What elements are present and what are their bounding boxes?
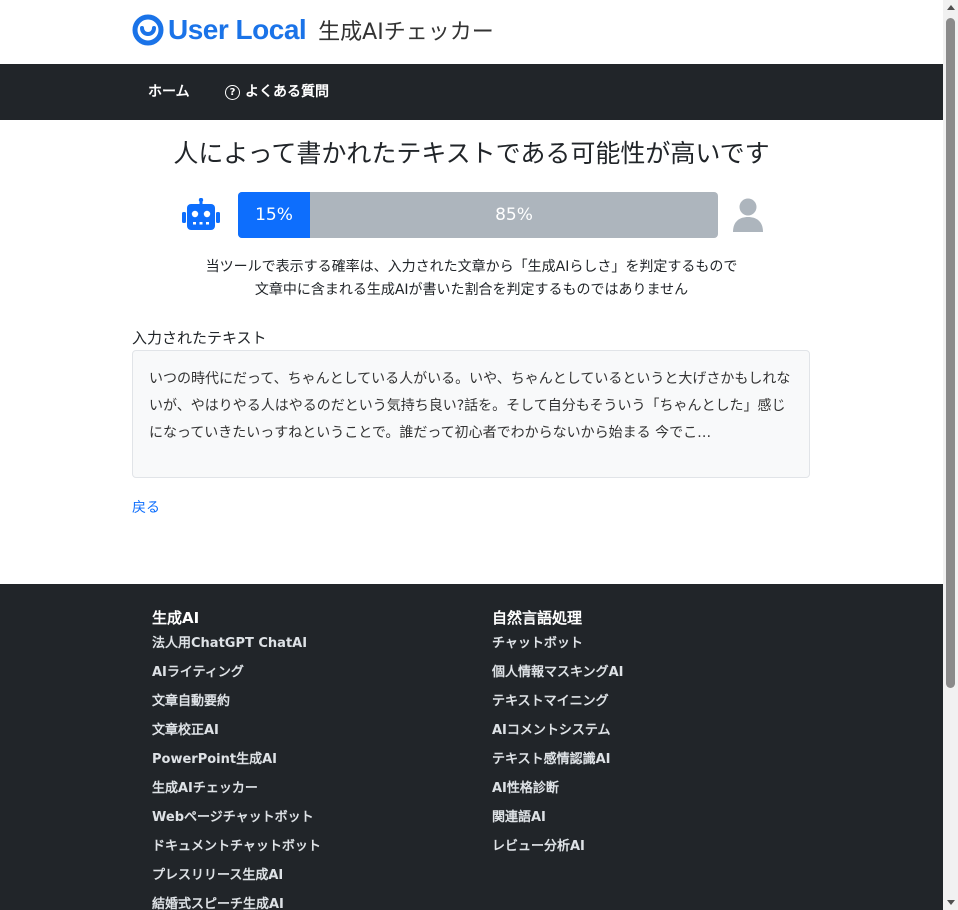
footer-link[interactable]: AI性格診断: [492, 779, 624, 808]
page: User Local 生成AIチェッカー ホーム ? よくある質問 人によって書…: [0, 0, 943, 910]
footer-link[interactable]: Webページチャットボット: [152, 808, 321, 837]
user-local-logo-icon: [132, 14, 164, 46]
footer-heading-generative-ai: 生成AI: [152, 609, 200, 627]
gauge-human-label: 85%: [495, 205, 533, 225]
nav-home-link[interactable]: ホーム: [148, 64, 190, 120]
nav-faq-label: よくある質問: [245, 84, 329, 100]
disclaimer: 当ツールで表示する確率は、入力された文章から「生成AIらしさ」を判定するもので …: [0, 256, 943, 302]
result-title: 人によって書かれたテキストである可能性が高いです: [173, 139, 770, 168]
input-text-box: いつの時代にだって、ちゃんとしている人がいる。いや、ちゃんとしているというと大げ…: [132, 350, 810, 478]
disclaimer-line-2: 文章中に含まれる生成AIが書いた割合を判定するものではありません: [254, 282, 689, 298]
gauge-row: 15% 85%: [180, 192, 770, 238]
navbar: ホーム ? よくある質問: [0, 64, 943, 120]
footer-column-nlp: 自然言語処理 チャットボット 個人情報マスキングAI テキストマイニング AIコメント…: [492, 606, 624, 866]
footer-link[interactable]: 結婚式スピーチ生成AI: [152, 895, 321, 910]
footer-link[interactable]: PowerPoint生成AI: [152, 750, 321, 779]
footer-link[interactable]: 文章自動要約: [152, 692, 321, 721]
input-text-label: 入力されたテキスト: [132, 329, 267, 347]
product-name: 生成AIチェッカー: [318, 20, 494, 45]
scroll-up-button[interactable]: [943, 0, 958, 15]
scrollbar-thumb[interactable]: [946, 18, 955, 688]
footer-link[interactable]: AIコメントシステム: [492, 721, 624, 750]
footer-link[interactable]: レビュー分析AI: [492, 837, 624, 866]
footer-link[interactable]: 文章校正AI: [152, 721, 321, 750]
footer-link[interactable]: テキスト感情認識AI: [492, 750, 624, 779]
footer: 生成AI 法人用ChatGPT ChatAI AIライティング 文章自動要約 文章校正…: [0, 584, 943, 910]
footer-link[interactable]: チャットボット: [492, 634, 624, 663]
footer-link[interactable]: プレスリリース生成AI: [152, 866, 321, 895]
brand-bar: User Local 生成AIチェッカー: [0, 0, 943, 64]
scroll-down-button[interactable]: [943, 895, 958, 910]
logo-link[interactable]: User Local 生成AIチェッカー: [132, 14, 494, 46]
question-circle-icon: ?: [225, 84, 240, 100]
footer-heading-nlp: 自然言語処理: [492, 609, 583, 627]
disclaimer-line-1: 当ツールで表示する確率は、入力された文章から「生成AIらしさ」を判定するもので: [205, 259, 738, 275]
footer-link[interactable]: ドキュメントチャットボット: [152, 837, 321, 866]
footer-link[interactable]: 関連語AI: [492, 808, 624, 837]
footer-link[interactable]: 生成AIチェッカー: [152, 779, 321, 808]
footer-link[interactable]: 法人用ChatGPT ChatAI: [152, 634, 321, 663]
vertical-scrollbar[interactable]: [943, 0, 958, 910]
arrow-up-icon: [946, 5, 955, 10]
probability-gauge: 15% 85%: [238, 192, 718, 238]
footer-link[interactable]: 個人情報マスキングAI: [492, 663, 624, 692]
arrow-down-icon: [946, 900, 955, 905]
footer-link[interactable]: AIライティング: [152, 663, 321, 692]
robot-icon: [182, 198, 220, 230]
gauge-ai-label: 15%: [255, 205, 293, 225]
person-icon: [733, 198, 763, 232]
footer-column-generative-ai: 生成AI 法人用ChatGPT ChatAI AIライティング 文章自動要約 文章校正…: [152, 606, 321, 910]
back-link[interactable]: 戻る: [132, 497, 160, 517]
footer-link[interactable]: テキストマイニング: [492, 692, 624, 721]
gauge-ai-segment: 15%: [238, 192, 310, 238]
gauge-human-segment: 85%: [310, 192, 718, 238]
logo-text: User Local: [168, 14, 307, 45]
nav-faq-link[interactable]: ? よくある質問: [225, 64, 329, 120]
